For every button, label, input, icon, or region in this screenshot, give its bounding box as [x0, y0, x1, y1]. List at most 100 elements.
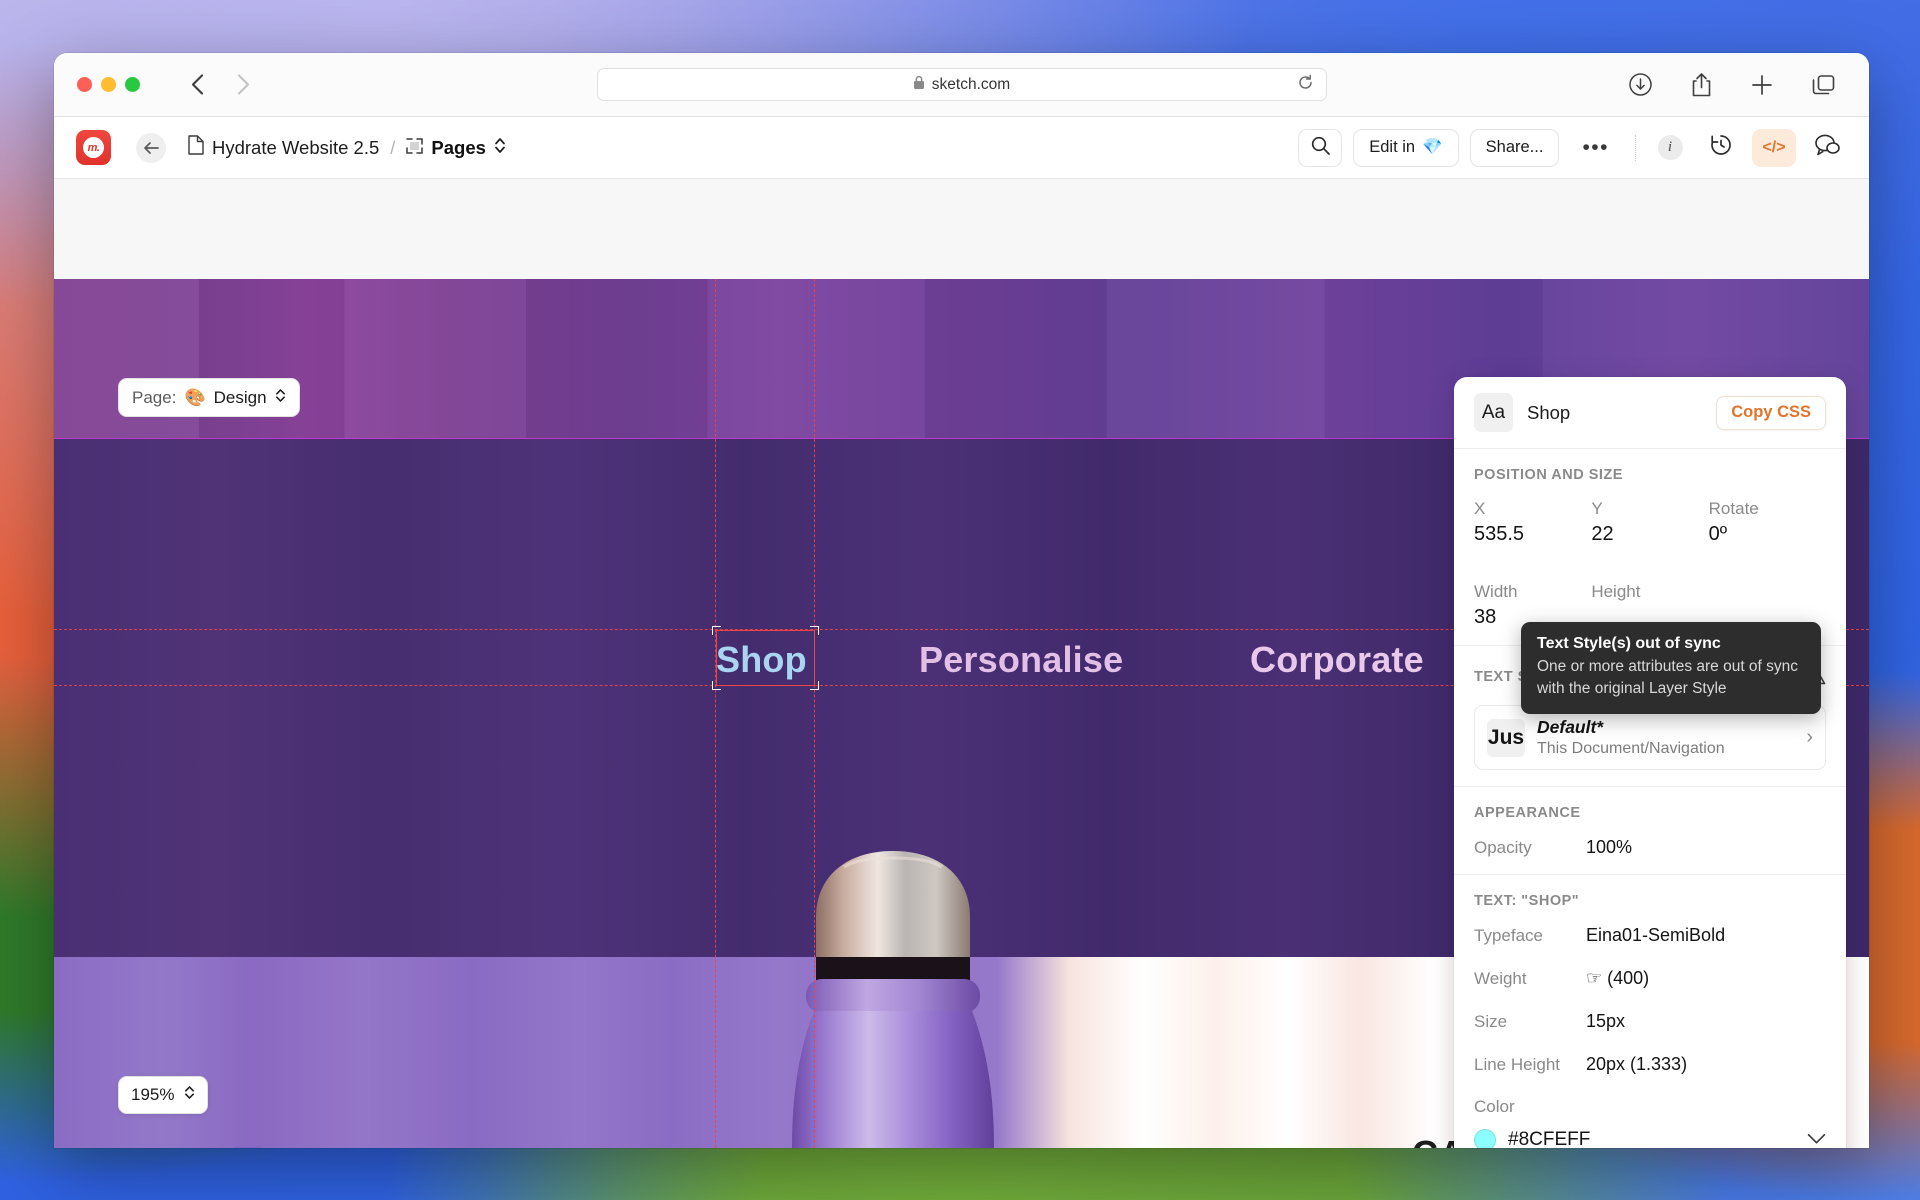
appearance-title: APPEARANCE	[1474, 805, 1581, 821]
color-label-row: Color	[1474, 1097, 1826, 1117]
inspector-layer-name: Shop	[1527, 401, 1571, 423]
size-value[interactable]: 15px	[1586, 1011, 1625, 1032]
field-rotate-label: Rotate	[1708, 499, 1759, 518]
canvas-toolbar	[54, 179, 1869, 279]
line-height-value[interactable]: 20px (1.333)	[1586, 1054, 1687, 1075]
color-value-row[interactable]: #8CFEFF	[1474, 1129, 1826, 1148]
sketch-logo-icon[interactable]: m.	[76, 130, 111, 165]
breadcrumb-document[interactable]: Hydrate Website 2.5	[188, 135, 379, 160]
inspect-code-button[interactable]: </>	[1752, 128, 1796, 167]
diamond-icon: 💎	[1422, 138, 1443, 156]
field-rotate: Rotate 0º	[1709, 499, 1826, 546]
typeface-value[interactable]: Eina01-SemiBold	[1586, 925, 1725, 946]
breadcrumb: Hydrate Website 2.5 / Pages	[188, 135, 506, 160]
canvas-area[interactable]: winter	[54, 179, 1869, 1148]
position-and-size-grid: X 535.5 Y 22 Rotate 0º Width 38 Height	[1474, 499, 1826, 629]
copy-css-button[interactable]: Copy CSS	[1716, 395, 1826, 430]
text-style-name: Default*	[1537, 717, 1604, 737]
page-selector-value: Design	[213, 387, 267, 407]
version-history-button[interactable]	[1701, 129, 1741, 167]
app-header-actions: Edit in 💎 Share... ••• i </>	[1298, 128, 1847, 167]
browser-navigation	[184, 72, 256, 98]
opacity-value[interactable]: 100%	[1586, 837, 1632, 858]
chevron-updown-icon[interactable]	[184, 1084, 195, 1106]
breadcrumb-document-label: Hydrate Website 2.5	[212, 136, 380, 158]
selection-bounding-box[interactable]	[712, 626, 819, 690]
maximize-window-button[interactable]	[125, 77, 140, 92]
field-x-label: X	[1474, 499, 1486, 518]
zoom-level-value: 195%	[131, 1085, 175, 1104]
text-style-info: Default* This Document/Navigation	[1537, 717, 1725, 758]
new-tab-icon[interactable]	[1750, 73, 1774, 97]
resize-handle-top-left[interactable]	[712, 626, 721, 635]
resize-handle-top-right[interactable]	[810, 626, 819, 635]
line-height-label: Line Height	[1474, 1055, 1561, 1074]
search-button[interactable]	[1298, 128, 1343, 167]
color-swatch	[1474, 1129, 1496, 1148]
breadcrumb-separator: /	[390, 136, 396, 158]
text-style-thumbnail: Jus	[1487, 718, 1525, 757]
share-button[interactable]: Share...	[1469, 128, 1560, 167]
text-style-source: This Document/Navigation	[1537, 740, 1725, 757]
field-x: X 535.5	[1474, 499, 1591, 546]
chevron-right-icon[interactable]: ›	[1806, 726, 1813, 749]
chevron-down-icon[interactable]	[1807, 1130, 1826, 1148]
text-properties-section: TEXT: "SHOP" Typeface Eina01-SemiBold We…	[1454, 875, 1846, 1148]
line-height-row: Line Height 20px (1.333)	[1474, 1054, 1826, 1075]
weight-value[interactable]: ☞ (400)	[1586, 968, 1649, 989]
size-row: Size 15px	[1474, 1011, 1826, 1032]
palette-icon: 🎨	[184, 387, 206, 407]
reload-icon[interactable]	[1297, 74, 1314, 96]
weight-label: Weight	[1474, 969, 1527, 988]
resize-handle-bottom-right[interactable]	[810, 681, 819, 690]
breadcrumb-pages[interactable]: Pages	[406, 136, 506, 160]
share-icon[interactable]	[1690, 72, 1713, 98]
size-label: Size	[1474, 1012, 1508, 1031]
comments-button[interactable]	[1807, 129, 1847, 167]
opacity-row: Opacity 100%	[1474, 837, 1826, 858]
position-and-size-title: POSITION AND SIZE	[1474, 467, 1623, 483]
minimize-window-button[interactable]	[101, 77, 116, 92]
more-options-button[interactable]: •••	[1570, 136, 1621, 160]
field-height-label: Height	[1591, 582, 1641, 601]
forward-button[interactable]	[230, 72, 256, 98]
app-back-button[interactable]	[136, 132, 166, 163]
downloads-icon[interactable]	[1628, 72, 1653, 97]
field-rotate-value[interactable]: 0º	[1709, 523, 1826, 546]
close-window-button[interactable]	[77, 77, 92, 92]
resize-handle-bottom-left[interactable]	[712, 681, 721, 690]
address-bar[interactable]: sketch.com	[596, 68, 1327, 101]
chevron-updown-icon[interactable]	[494, 136, 506, 160]
page-selector-label: Page:	[132, 387, 177, 407]
field-y: Y 22	[1591, 499, 1708, 546]
artboard-nav-item-corporate[interactable]: Corporate	[1250, 639, 1424, 681]
address-bar-url: sketch.com	[931, 75, 1011, 93]
edit-in-sketch-button[interactable]: Edit in 💎	[1353, 128, 1459, 167]
field-x-value[interactable]: 535.5	[1474, 523, 1591, 546]
browser-window: sketch.com m. Hydrate Website 2.5 / Page…	[54, 53, 1869, 1148]
browser-toolbar: sketch.com	[54, 53, 1869, 117]
typeface-label: Typeface	[1474, 926, 1543, 945]
chevron-updown-icon[interactable]	[275, 387, 286, 409]
toolbar-divider	[1635, 134, 1636, 161]
comments-icon	[1814, 133, 1840, 162]
field-y-label: Y	[1591, 499, 1603, 518]
appearance-section: APPEARANCE Opacity 100%	[1454, 787, 1846, 875]
color-hex-value[interactable]: #8CFEFF	[1508, 1129, 1590, 1148]
back-button[interactable]	[184, 72, 210, 98]
info-button[interactable]: i	[1650, 129, 1690, 167]
field-y-value[interactable]: 22	[1591, 523, 1708, 546]
text-style-card[interactable]: Jus Default* This Document/Navigation ›	[1474, 705, 1826, 770]
selection-guide-vertical-right	[814, 279, 815, 1148]
tab-overview-icon[interactable]	[1811, 73, 1836, 97]
bottle-illustration	[792, 851, 994, 1148]
page-selector[interactable]: Page: 🎨 Design	[118, 378, 300, 417]
inspector-header: Aa Shop Copy CSS	[1454, 377, 1846, 449]
artboard-nav-item-personalise[interactable]: Personalise	[919, 639, 1123, 681]
history-icon	[1709, 133, 1733, 162]
tooltip: Text Style(s) out of sync One or more at…	[1521, 622, 1821, 715]
edit-in-label: Edit in	[1369, 138, 1416, 156]
window-controls	[77, 77, 140, 92]
zoom-control[interactable]: 195%	[118, 1076, 209, 1114]
breadcrumb-pages-label: Pages	[431, 136, 486, 158]
